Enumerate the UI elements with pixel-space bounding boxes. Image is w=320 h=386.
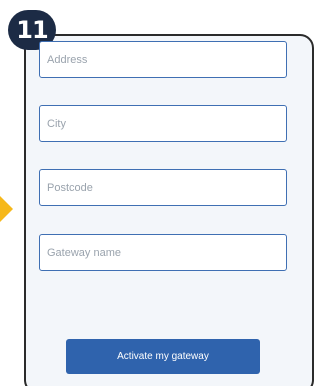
- activate-gateway-button[interactable]: Activate my gateway: [66, 339, 260, 374]
- phone-screen: [24, 34, 314, 386]
- arrow-right-icon: [0, 196, 13, 222]
- tutorial-step: 11 Activate my gateway: [0, 0, 314, 386]
- address-input[interactable]: [39, 41, 287, 78]
- postcode-input[interactable]: [39, 169, 287, 206]
- city-input[interactable]: [39, 105, 287, 142]
- gateway-name-input[interactable]: [39, 234, 287, 271]
